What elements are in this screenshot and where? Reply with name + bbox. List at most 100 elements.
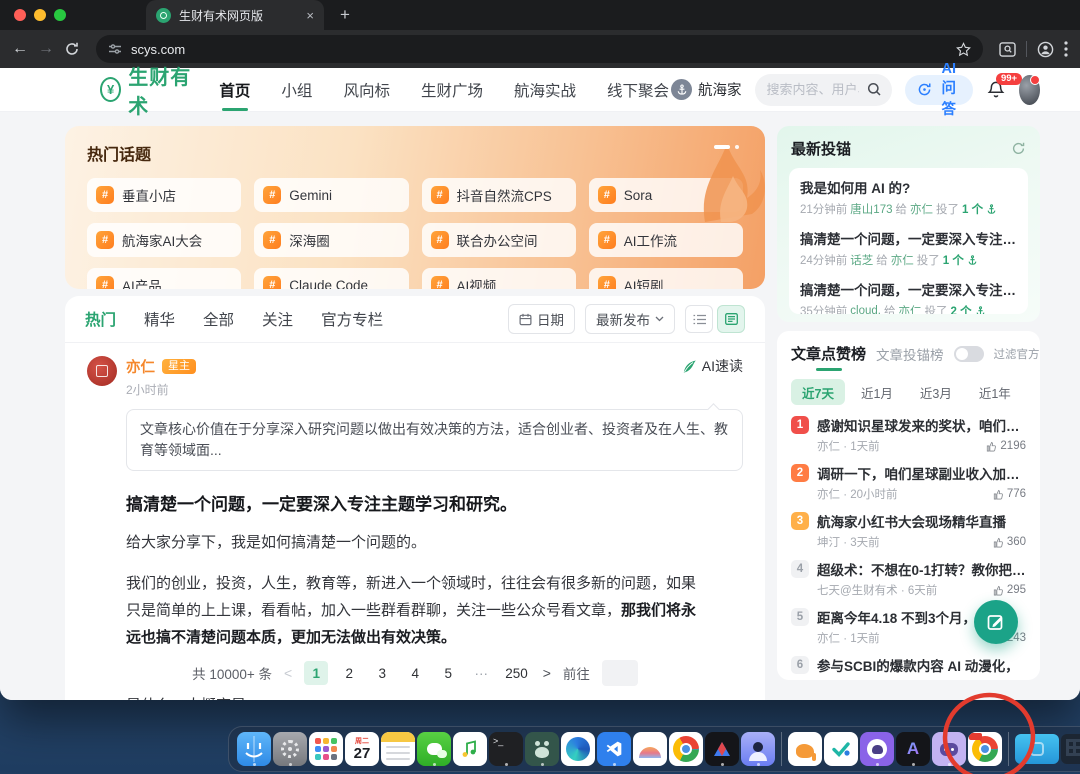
list-view-button[interactable]	[685, 305, 713, 333]
compose-post-fab[interactable]	[974, 600, 1018, 644]
calendar-dock-icon[interactable]: 周二 27	[345, 732, 379, 766]
side-panel-search-icon[interactable]	[999, 42, 1016, 57]
ai-qa-button[interactable]: AI问答	[905, 75, 973, 105]
sort-dropdown[interactable]: 最新发布	[585, 304, 675, 334]
feed-tab[interactable]: 精华	[144, 308, 175, 330]
topic-tag[interactable]: # 抖音自然流CPS	[422, 178, 576, 212]
reload-icon[interactable]	[64, 41, 80, 57]
goto-page-input[interactable]	[602, 660, 638, 686]
feed-tab[interactable]: 官方专栏	[321, 308, 383, 330]
page-number[interactable]: ···	[469, 661, 493, 685]
wechat-dock-icon[interactable]	[417, 732, 451, 766]
ranking-item[interactable]: 1 感谢知识星球发来的奖状，咱们星球再次 亦仁 · 1天前 2196	[791, 410, 1026, 458]
minimized-window-dark[interactable]	[1061, 734, 1080, 764]
time-range-pill[interactable]: 近1年	[968, 379, 1022, 405]
tab-article-likes[interactable]: 文章点赞榜	[791, 343, 866, 364]
terminal-dock-icon[interactable]: >_	[489, 732, 523, 766]
vscode-dock-icon[interactable]	[597, 732, 631, 766]
minimized-window-blue[interactable]	[1015, 734, 1059, 764]
topic-tag[interactable]: # AI产品	[87, 268, 241, 289]
topic-tag[interactable]: # 垂直小店	[87, 178, 241, 212]
anchor-item[interactable]: 我是如何用 AI 的? 21分钟前 唐山173 给 亦仁 投了 1 个	[800, 171, 1017, 222]
collapse-handle[interactable]	[714, 145, 739, 149]
nav-item[interactable]: 生财广场	[419, 67, 485, 113]
ranking-item[interactable]: 3 航海家小红书大会现场精华直播 坤汀 · 3天前 360	[791, 506, 1026, 554]
feed-tab[interactable]: 关注	[262, 308, 293, 330]
github-desktop-dock-icon[interactable]	[860, 732, 894, 766]
time-range-pill[interactable]: 近3月	[909, 379, 963, 405]
page-number[interactable]: 3	[370, 661, 394, 685]
refresh-icon[interactable]	[1011, 141, 1026, 156]
close-window-button[interactable]	[14, 9, 26, 21]
fullscreen-window-button[interactable]	[54, 9, 66, 21]
filter-official-toggle[interactable]	[954, 346, 984, 362]
system-settings-dock-icon[interactable]	[273, 732, 307, 766]
browser-menu-icon[interactable]	[1064, 41, 1068, 57]
author-name[interactable]: 亦仁	[126, 356, 155, 377]
site-logo[interactable]: 生财有术	[100, 61, 197, 119]
time-range-pill[interactable]: 近7天	[791, 379, 845, 405]
tab-article-anchors[interactable]: 文章投锚榜	[876, 344, 944, 364]
back-icon[interactable]: ←	[12, 41, 28, 57]
topic-tag[interactable]: # 航海家AI大会	[87, 223, 241, 257]
peak-app-dock-icon[interactable]	[705, 732, 739, 766]
forward-icon[interactable]: →	[38, 41, 54, 57]
page-number[interactable]: 250	[502, 661, 531, 685]
profile-icon[interactable]	[1037, 41, 1054, 58]
qq-music-dock-icon[interactable]	[453, 732, 487, 766]
topic-tag[interactable]: # Gemini	[254, 178, 408, 212]
tab-close-icon[interactable]: ×	[306, 8, 314, 23]
meeting-app-dock-icon[interactable]	[741, 732, 775, 766]
notes-dock-icon[interactable]	[381, 732, 415, 766]
navigator-entry[interactable]: 航海家	[671, 79, 742, 100]
prev-page-icon[interactable]: <	[284, 665, 292, 681]
post-title[interactable]: 搞清楚一个问题，一定要深入专注主题学习和研究。	[126, 490, 743, 515]
ranking-item[interactable]: 2 调研一下，咱们星球副业收入加起来还没 亦仁 · 20小时前 776	[791, 458, 1026, 506]
edge-dock-icon[interactable]	[561, 732, 595, 766]
nav-item[interactable]: 小组	[279, 67, 314, 113]
sunrise-app-dock-icon[interactable]	[633, 732, 667, 766]
bookmark-star-icon[interactable]	[956, 42, 971, 57]
netdisk-dock-icon[interactable]	[525, 732, 559, 766]
page-number[interactable]: 2	[337, 661, 361, 685]
new-tab-button[interactable]: +	[340, 5, 350, 25]
time-range-pill[interactable]: 近1月	[850, 379, 904, 405]
site-settings-icon[interactable]	[108, 42, 122, 56]
elephant-app-dock-icon[interactable]	[788, 732, 822, 766]
header-search[interactable]	[755, 74, 892, 106]
feed-tab[interactable]: 全部	[203, 308, 234, 330]
page-number[interactable]: 1	[304, 661, 328, 685]
chrome-beta-dock-icon[interactable]	[968, 732, 1002, 766]
nav-item[interactable]: 航海实战	[512, 67, 578, 113]
nav-item[interactable]: 风向标	[341, 67, 392, 113]
author-avatar[interactable]	[87, 356, 117, 386]
chrome-dock-icon[interactable]	[669, 732, 703, 766]
browser-tab[interactable]: 生财有术网页版 ×	[146, 0, 324, 30]
card-view-button[interactable]	[717, 305, 745, 333]
anchor-item[interactable]: 搞清楚一个问题，一定要深入专注主题学... 35分钟前 cloud. 给 亦仁 …	[800, 273, 1017, 314]
date-filter-button[interactable]: 日期	[508, 304, 575, 334]
nav-item[interactable]: 线下聚会	[605, 67, 671, 113]
ai-read-button[interactable]: AI速读	[682, 356, 743, 376]
face-app-dock-icon[interactable]	[932, 732, 966, 766]
launchpad-dock-icon[interactable]	[309, 732, 343, 766]
a-letter-app-dock-icon[interactable]: A	[896, 732, 930, 766]
page-number[interactable]: 5	[436, 661, 460, 685]
topic-tag[interactable]: # AI短剧	[589, 268, 743, 289]
address-bar[interactable]: scys.com	[96, 35, 983, 63]
search-icon[interactable]	[867, 82, 882, 97]
minimize-window-button[interactable]	[34, 9, 46, 21]
topic-tag[interactable]: # 深海圈	[254, 223, 408, 257]
ranking-item[interactable]: 4 超级术：不想在0-1打转？教你把小项目 七天@生财有术 · 6天前 295	[791, 554, 1026, 602]
nav-item[interactable]: 首页	[217, 67, 252, 113]
feed-tab[interactable]: 热门	[85, 308, 116, 330]
page-number[interactable]: 4	[403, 661, 427, 685]
topic-tag[interactable]: # AI工作流	[589, 223, 743, 257]
finder-dock-icon[interactable]	[237, 732, 271, 766]
topic-tag[interactable]: # Claude Code	[254, 268, 408, 289]
topic-tag[interactable]: # 联合办公空间	[422, 223, 576, 257]
anchor-item[interactable]: 搞清楚一个问题，一定要深入专注主题学... 24分钟前 话芝 给 亦仁 投了 1…	[800, 222, 1017, 273]
search-input[interactable]	[765, 81, 861, 98]
topic-tag[interactable]: # AI视频	[422, 268, 576, 289]
next-page-icon[interactable]: >	[543, 665, 551, 681]
